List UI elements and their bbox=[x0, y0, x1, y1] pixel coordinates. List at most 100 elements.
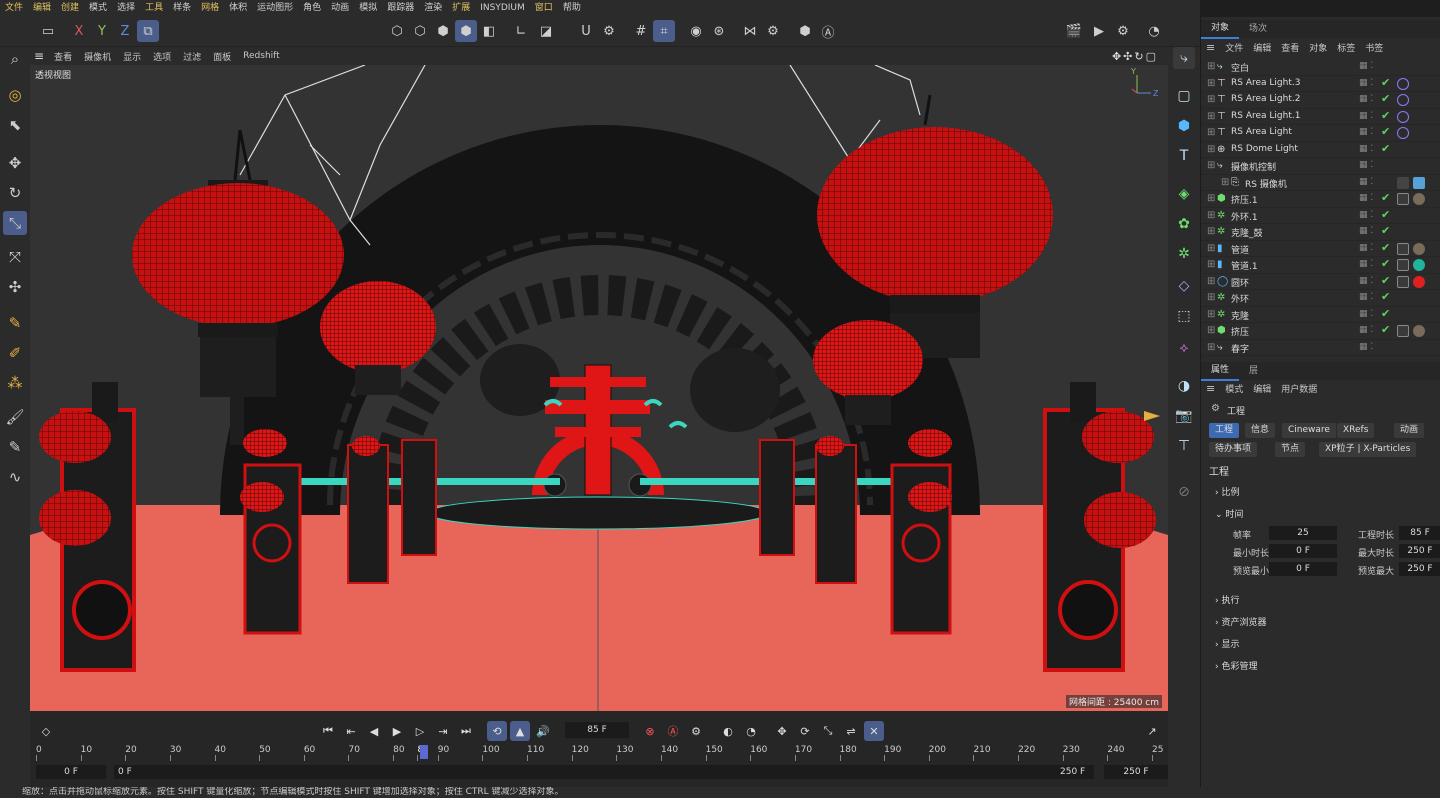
tag-sphere-icon[interactable] bbox=[1413, 242, 1425, 255]
prev-frame-icon[interactable]: ◀ bbox=[364, 721, 384, 741]
sound-icon[interactable]: 🔊 bbox=[533, 721, 553, 741]
object-name[interactable]: 管道 bbox=[1231, 243, 1249, 256]
object-name[interactable]: 克隆_鼓 bbox=[1231, 226, 1263, 239]
max-time-field[interactable]: 250 F bbox=[1399, 544, 1440, 558]
object-row[interactable]: ⊞ ⊤ RS Area Light ▦ ⁚ ✔ bbox=[1201, 125, 1440, 142]
menu-spline[interactable]: 样条 bbox=[168, 0, 196, 17]
brush-icon[interactable]: 🖌 bbox=[3, 405, 27, 429]
object-name[interactable]: 外环.1 bbox=[1231, 210, 1258, 223]
preview-max-field[interactable]: 250 F bbox=[1399, 562, 1440, 576]
effector-icon[interactable]: ✲ bbox=[1173, 243, 1195, 265]
render-view-icon[interactable]: 🎬 bbox=[1063, 20, 1085, 42]
btn-cineware[interactable]: Cineware bbox=[1282, 423, 1336, 438]
motion-icon[interactable]: ◐ bbox=[718, 721, 738, 741]
visibility-dots-icon[interactable]: ▦ ⁚ bbox=[1359, 309, 1379, 319]
layout-icon[interactable]: ◔ bbox=[1143, 20, 1165, 42]
camera-icon[interactable]: 📷 bbox=[1173, 405, 1195, 427]
btn-info[interactable]: 信息 bbox=[1245, 423, 1276, 438]
menu-mesh[interactable]: 网格 bbox=[196, 0, 224, 17]
planar-icon[interactable]: ⊛ bbox=[708, 20, 730, 42]
workplane-icon[interactable]: # bbox=[630, 20, 652, 42]
undo-view-icon[interactable]: ▭ bbox=[37, 20, 59, 42]
light-icon[interactable]: ⊤ bbox=[1173, 435, 1195, 457]
spline-smooth-icon[interactable]: ⁂ bbox=[3, 371, 27, 395]
viewport-menu-panel[interactable]: 面板 bbox=[207, 50, 237, 63]
expand-icon[interactable]: ⊞ bbox=[1207, 160, 1215, 171]
objects-hamburger-icon[interactable]: ≡ bbox=[1201, 41, 1220, 54]
expand-icon[interactable]: ⊞ bbox=[1207, 94, 1215, 105]
object-row[interactable]: ⊞ ⤷ 摄像机控制 ▦ ⁚ bbox=[1201, 158, 1440, 175]
visibility-dots-icon[interactable]: ▦ ⁚ bbox=[1359, 177, 1379, 187]
tag-red-icon[interactable] bbox=[1413, 275, 1425, 288]
tag-target-icon[interactable] bbox=[1397, 110, 1409, 123]
field-icon[interactable]: ⟡ bbox=[1173, 337, 1195, 359]
enabled-check-icon[interactable]: ✔ bbox=[1381, 323, 1390, 336]
expand-icon[interactable]: ⊞ bbox=[1207, 342, 1215, 353]
start-frame-field[interactable]: 0 F bbox=[36, 765, 106, 779]
object-name[interactable]: RS 摄像机 bbox=[1245, 177, 1287, 190]
objects-menu-tags[interactable]: 标签 bbox=[1332, 41, 1360, 54]
object-name[interactable]: 圆环 bbox=[1231, 276, 1249, 289]
key-scale-icon[interactable]: ⤡ bbox=[818, 721, 838, 741]
objects-menu-edit[interactable]: 编辑 bbox=[1248, 41, 1276, 54]
rotate-icon[interactable]: ↻ bbox=[3, 181, 27, 205]
visibility-dots-icon[interactable]: ▦ ⁚ bbox=[1359, 243, 1379, 253]
group-execute[interactable]: › 执行 bbox=[1215, 593, 1239, 606]
visibility-dots-icon[interactable]: ▦ ⁚ bbox=[1359, 325, 1379, 335]
object-name[interactable]: 挤压 bbox=[1231, 325, 1249, 338]
move-icon[interactable]: ✥ bbox=[3, 151, 27, 175]
lock-workplane-icon[interactable]: ◉ bbox=[685, 20, 707, 42]
enabled-check-icon[interactable]: ✔ bbox=[1381, 224, 1390, 237]
transform-icon[interactable]: ⤧ bbox=[3, 245, 27, 269]
object-name[interactable]: RS Area Light.3 bbox=[1231, 78, 1300, 88]
group-asset-browser[interactable]: › 资产浏览器 bbox=[1215, 615, 1266, 628]
expand-icon[interactable]: ⊞ bbox=[1207, 309, 1215, 320]
tag-target-icon[interactable] bbox=[1397, 77, 1409, 90]
group-time[interactable]: ⌄ 时间 bbox=[1215, 507, 1243, 520]
enabled-check-icon[interactable]: ✔ bbox=[1381, 109, 1390, 122]
group-scale[interactable]: › 比例 bbox=[1215, 485, 1239, 498]
visibility-dots-icon[interactable]: ▦ ⁚ bbox=[1359, 193, 1379, 203]
tag-teal-icon[interactable] bbox=[1413, 259, 1425, 271]
viewport-menu-camera[interactable]: 摄像机 bbox=[78, 50, 117, 63]
menu-mograph[interactable]: 运动图形 bbox=[252, 0, 298, 17]
object-name[interactable]: RS Area Light.2 bbox=[1231, 94, 1300, 104]
menu-insydium[interactable]: INSYDIUM bbox=[475, 0, 530, 17]
tab-objects[interactable]: 对象 bbox=[1201, 19, 1240, 39]
object-name[interactable]: 春字 bbox=[1231, 342, 1249, 355]
auto-key-icon[interactable]: Ⓐ bbox=[817, 20, 839, 42]
environment-icon[interactable]: ⬚ bbox=[1173, 305, 1195, 327]
object-row[interactable]: ⊞ ✲ 外环 ▦ ⁚ ✔ bbox=[1201, 290, 1440, 307]
menu-create[interactable]: 创建 bbox=[56, 0, 84, 17]
key-pla-icon[interactable]: ✕ bbox=[864, 721, 884, 741]
project-length-field[interactable]: 85 F bbox=[1399, 526, 1440, 540]
range-start-field[interactable]: 0 F bbox=[114, 765, 1094, 779]
axis-x-lock[interactable]: X bbox=[68, 20, 90, 42]
next-key-icon[interactable]: ⇥ bbox=[433, 721, 453, 741]
expand-icon[interactable]: ⊞ bbox=[1207, 111, 1215, 122]
menu-extensions[interactable]: 扩展 bbox=[447, 0, 475, 17]
expand-icon[interactable]: ⊞ bbox=[1207, 325, 1215, 336]
enabled-check-icon[interactable]: ✔ bbox=[1381, 76, 1390, 89]
object-row[interactable]: ⊞ ⊕ RS Dome Light ▦ ⁚ ✔ bbox=[1201, 142, 1440, 158]
enabled-check-icon[interactable]: ✔ bbox=[1381, 142, 1390, 155]
object-name[interactable]: 管道.1 bbox=[1231, 259, 1258, 272]
enabled-check-icon[interactable]: ✔ bbox=[1381, 208, 1390, 221]
object-name[interactable]: RS Area Light bbox=[1231, 127, 1292, 137]
object-row[interactable]: ⊞ ⊤ RS Area Light.1 ▦ ⁚ ✔ bbox=[1201, 109, 1440, 125]
enabled-check-icon[interactable]: ✔ bbox=[1381, 92, 1390, 105]
menu-tracker[interactable]: 跟踪器 bbox=[382, 0, 419, 17]
menu-file[interactable]: 文件 bbox=[0, 0, 28, 17]
coordinate-system-icon[interactable]: ⧉ bbox=[137, 20, 159, 42]
model-mode-icon[interactable]: ⬢ bbox=[455, 20, 477, 42]
key-interp-icon[interactable]: ◔ bbox=[741, 721, 761, 741]
expand-icon[interactable]: ⊞ bbox=[1207, 210, 1215, 221]
objects-menu-object[interactable]: 对象 bbox=[1304, 41, 1332, 54]
expand-icon[interactable]: ⊞ bbox=[1207, 259, 1215, 270]
menu-help[interactable]: 帮助 bbox=[558, 0, 586, 17]
current-frame-field[interactable]: 85 F bbox=[565, 722, 629, 738]
viewport-hamburger-icon[interactable]: ≡ bbox=[30, 49, 48, 63]
expand-icon[interactable]: ⊞ bbox=[1221, 177, 1229, 188]
render-settings-icon[interactable]: ⚙ bbox=[1112, 20, 1134, 42]
menu-animate[interactable]: 动画 bbox=[326, 0, 354, 17]
